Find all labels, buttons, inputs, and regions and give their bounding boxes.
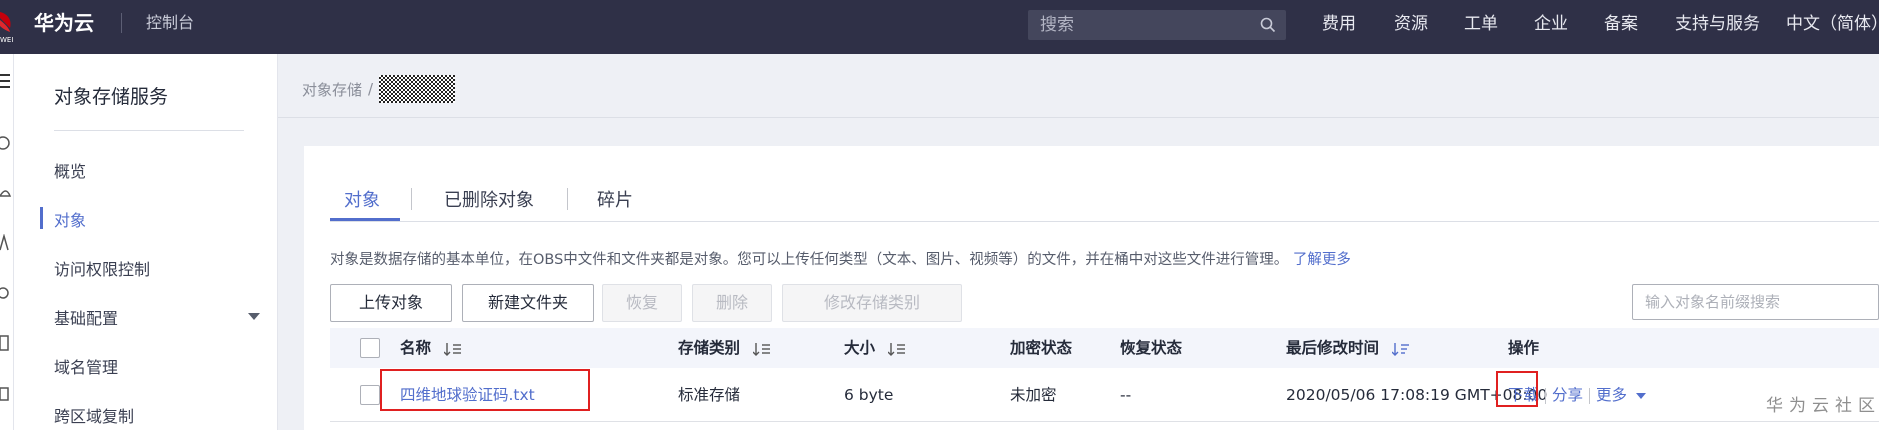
change-storage-class-button[interactable]: 修改存储类别 <box>782 284 962 322</box>
menu-icon[interactable] <box>0 72 12 90</box>
breadcrumb: 对象存储 / <box>302 75 456 103</box>
sidebar-item-access-control[interactable]: 访问权限控制 <box>54 256 150 280</box>
object-storage-class: 标准存储 <box>678 386 741 404</box>
sidebar-item-overview[interactable]: 概览 <box>54 158 86 182</box>
column-header-name[interactable]: 名称 <box>400 328 462 368</box>
tab-deleted-objects[interactable]: 已删除对象 <box>444 186 534 212</box>
console-link[interactable]: 控制台 <box>146 0 194 54</box>
restore-button[interactable]: 恢复 <box>602 284 682 322</box>
select-all-checkbox[interactable] <box>360 338 380 358</box>
svg-text:WEI: WEI <box>0 36 13 44</box>
sidebar-divider <box>54 130 244 131</box>
upload-object-button[interactable]: 上传对象 <box>330 284 452 322</box>
column-header-last-modified[interactable]: 最后修改时间 <box>1286 328 1410 368</box>
column-header-restore-status: 恢复状态 <box>1120 339 1183 357</box>
share-link[interactable]: 分享 <box>1552 386 1583 404</box>
highlight-box-name <box>380 369 590 411</box>
table-header: 名称 存储类别 大小 加密状态 恢复状态 最后修改时间 操作 <box>330 328 1879 368</box>
nav-support[interactable]: 支持与服务 <box>1675 0 1760 50</box>
column-header-encryption: 加密状态 <box>1010 339 1073 357</box>
tab-separator <box>411 188 412 210</box>
column-name-label: 名称 <box>400 339 432 357</box>
delete-button[interactable]: 删除 <box>692 284 772 322</box>
objects-panel: 对象 已删除对象 碎片 对象是数据存储的基本单位，在OBS中文件和文件夹都是对象… <box>304 146 1879 430</box>
tab-separator <box>567 188 568 210</box>
object-restore-status: -- <box>1120 386 1132 404</box>
sidebar-item-objects[interactable]: 对象 <box>54 207 86 231</box>
sidebar-item-basic-config[interactable]: 基础配置 <box>54 305 118 329</box>
sort-icon[interactable] <box>444 342 462 356</box>
prefix-search[interactable] <box>1632 284 1879 320</box>
watermark: 华为云社区 <box>1766 396 1879 416</box>
sidebar-item-cross-region-replication[interactable]: 跨区域复制 <box>54 403 134 427</box>
service-icon-strip <box>0 54 14 430</box>
brand-divider <box>121 13 122 33</box>
object-encryption-status: 未加密 <box>1010 386 1057 404</box>
learn-more-link[interactable]: 了解更多 <box>1293 252 1351 268</box>
column-storage-class-label: 存储类别 <box>678 339 741 357</box>
nav-language[interactable]: 中文（简体） <box>1786 0 1879 50</box>
chevron-down-icon[interactable] <box>248 313 260 320</box>
active-tab-underline <box>330 218 400 221</box>
ops-separator <box>1589 387 1591 404</box>
column-header-operations: 操作 <box>1508 339 1540 357</box>
row-checkbox[interactable] <box>360 385 380 405</box>
search-icon[interactable] <box>1260 17 1276 33</box>
compute-icon[interactable] <box>0 134 12 152</box>
more-link[interactable]: 更多 <box>1596 386 1627 404</box>
breadcrumb-root[interactable]: 对象存储 <box>302 79 362 100</box>
object-size: 6 byte <box>844 386 894 404</box>
redacted-bucket-name <box>379 75 456 103</box>
nav-icp-filing[interactable]: 备案 <box>1604 0 1638 50</box>
nav-enterprise[interactable]: 企业 <box>1534 0 1568 50</box>
global-search-input[interactable] <box>1028 10 1248 40</box>
sidebar-item-domain-management[interactable]: 域名管理 <box>54 354 118 378</box>
header-divider <box>278 117 1879 118</box>
database-icon[interactable] <box>0 284 12 302</box>
sort-icon[interactable] <box>888 342 906 356</box>
column-last-modified-label: 最后修改时间 <box>1286 339 1380 357</box>
objects-description: 对象是数据存储的基本单位，在OBS中文件和文件夹都是对象。您可以上传任何类型（文… <box>330 248 1351 269</box>
nav-tickets[interactable]: 工单 <box>1464 0 1498 50</box>
sidebar: 对象存储服务 概览 对象 访问权限控制 基础配置 域名管理 跨区域复制 <box>14 54 278 430</box>
storage-icon[interactable] <box>0 334 12 352</box>
breadcrumb-separator: / <box>368 80 374 98</box>
brand-name[interactable]: 华为云 <box>34 0 94 54</box>
column-header-size[interactable]: 大小 <box>844 328 906 368</box>
nav-resources[interactable]: 资源 <box>1394 0 1428 50</box>
cloud-icon[interactable] <box>0 184 12 202</box>
tabs-baseline <box>330 221 1879 222</box>
prefix-search-input[interactable] <box>1633 285 1878 319</box>
column-header-storage-class[interactable]: 存储类别 <box>678 328 771 368</box>
sort-icon[interactable] <box>753 342 771 356</box>
table-row: 四维地球验证码.txt 标准存储 6 byte 未加密 -- 2020/05/0… <box>330 368 1879 422</box>
caret-down-icon[interactable] <box>1635 392 1646 400</box>
tab-objects[interactable]: 对象 <box>344 186 380 212</box>
ops-separator <box>1545 387 1547 404</box>
description-text: 对象是数据存储的基本单位，在OBS中文件和文件夹都是对象。您可以上传任何类型（文… <box>330 252 1289 268</box>
global-search[interactable] <box>1028 10 1286 40</box>
sidebar-active-indicator <box>40 207 43 229</box>
nav-billing[interactable]: 费用 <box>1322 0 1356 50</box>
network-icon[interactable] <box>0 234 12 252</box>
sidebar-title: 对象存储服务 <box>54 86 169 108</box>
top-navigation-bar: WEI 华为云 控制台 费用 资源 工单 企业 备案 支持与服务 中文（简体） <box>0 0 1879 54</box>
highlight-box-download <box>1496 371 1538 407</box>
new-folder-button[interactable]: 新建文件夹 <box>462 284 594 322</box>
sort-desc-icon[interactable] <box>1392 342 1410 356</box>
column-size-label: 大小 <box>844 339 876 357</box>
huawei-logo-icon[interactable]: WEI <box>0 8 16 46</box>
tab-fragments[interactable]: 碎片 <box>597 186 633 212</box>
document-icon[interactable] <box>0 384 12 402</box>
